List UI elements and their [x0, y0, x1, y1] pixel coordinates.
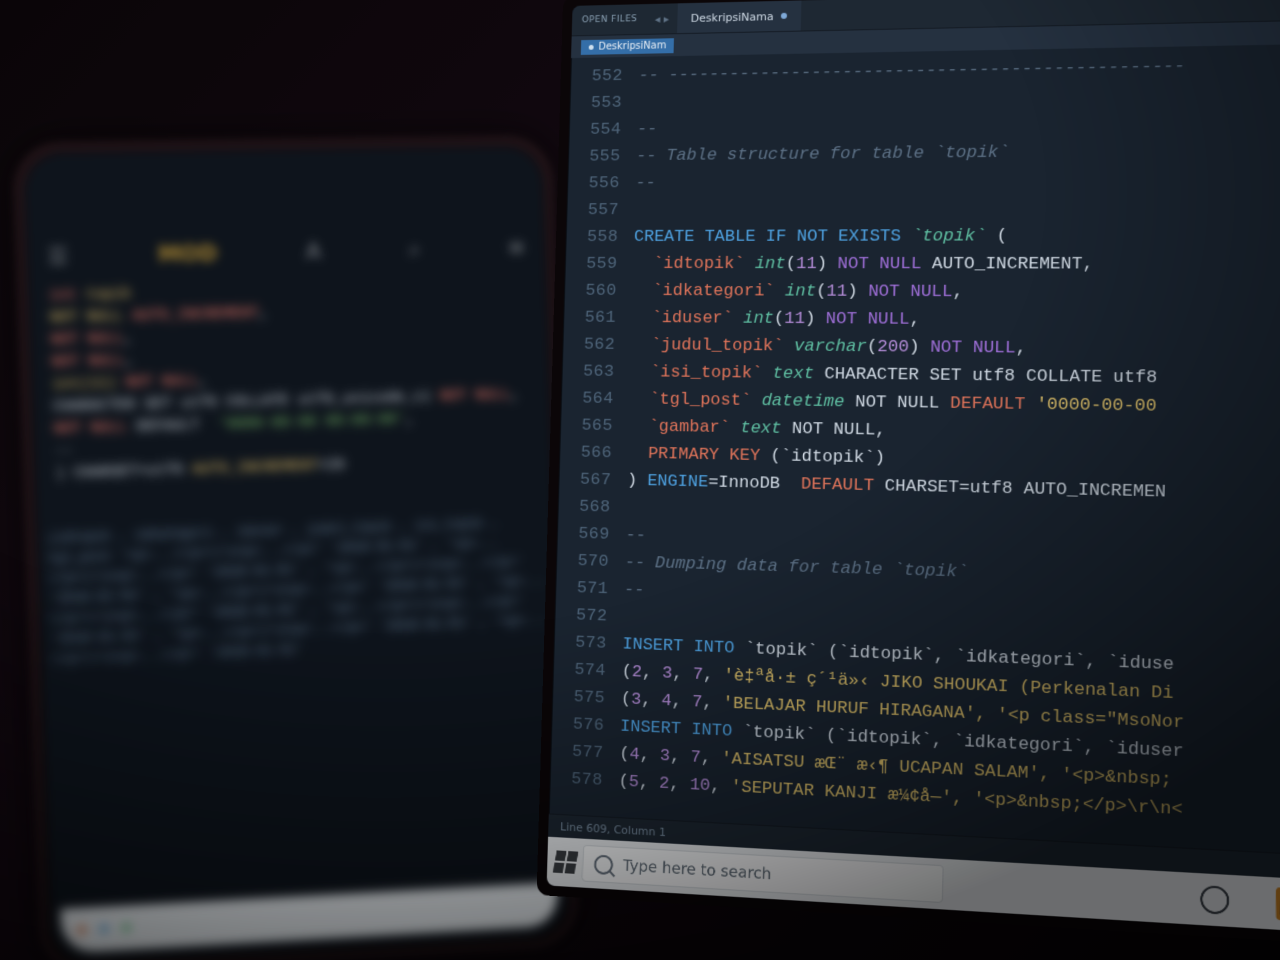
code-editor[interactable]: 552 553 554 555 556 557 558 559 560 561 … [549, 43, 1280, 857]
phone-device: ☰ MOD A ⌕ ≡ int topik NOT NULL AUTO_INCR… [13, 136, 578, 960]
open-files-label: OPEN FILES [572, 14, 647, 26]
phone-more-icon: ≡ [507, 236, 526, 261]
phone-badge: MOD [158, 241, 218, 267]
open-file-badge[interactable]: DeskripsiNam [581, 38, 675, 55]
status-position: Line 609, Column 1 [560, 820, 666, 839]
phone-search-icon: ⌕ [408, 238, 421, 263]
phone-screen: ☰ MOD A ⌕ ≡ int topik NOT NULL AUTO_INCR… [24, 146, 569, 960]
tab-nav[interactable]: ◂ ▸ [647, 12, 677, 26]
start-button[interactable] [553, 850, 579, 873]
taskbar-sublime-icon[interactable] [1276, 887, 1280, 922]
phone-code-preview: int topik NOT NULL AUTO_INCREMENT, NOT N… [49, 275, 534, 508]
search-icon [594, 854, 614, 874]
tab-active[interactable]: DeskripsiNama [677, 0, 802, 33]
phone-font-icon: A [306, 239, 322, 264]
tab-title: DeskripsiNama [691, 10, 774, 25]
search-placeholder: Type here to search [622, 856, 771, 883]
laptop-device: OPEN FILES ◂ ▸ DeskripsiNama DeskripsiNa… [537, 0, 1280, 946]
phone-menu-icon: ☰ [47, 244, 68, 270]
modified-dot-icon [781, 13, 787, 19]
open-file-name: DeskripsiNam [598, 40, 666, 52]
code-text[interactable]: -- -------------------------------------… [612, 43, 1280, 857]
taskbar-cortana-icon[interactable] [1200, 885, 1229, 915]
taskbar-explorer-icon[interactable] [1236, 885, 1270, 919]
file-dot-icon [589, 44, 594, 49]
phone-data-preview: (idtopik , idkategori , iduser , judul_t… [47, 512, 557, 903]
editor-window: OPEN FILES ◂ ▸ DeskripsiNama DeskripsiNa… [547, 0, 1280, 935]
phone-toolbar: ☰ MOD A ⌕ ≡ [47, 236, 526, 270]
